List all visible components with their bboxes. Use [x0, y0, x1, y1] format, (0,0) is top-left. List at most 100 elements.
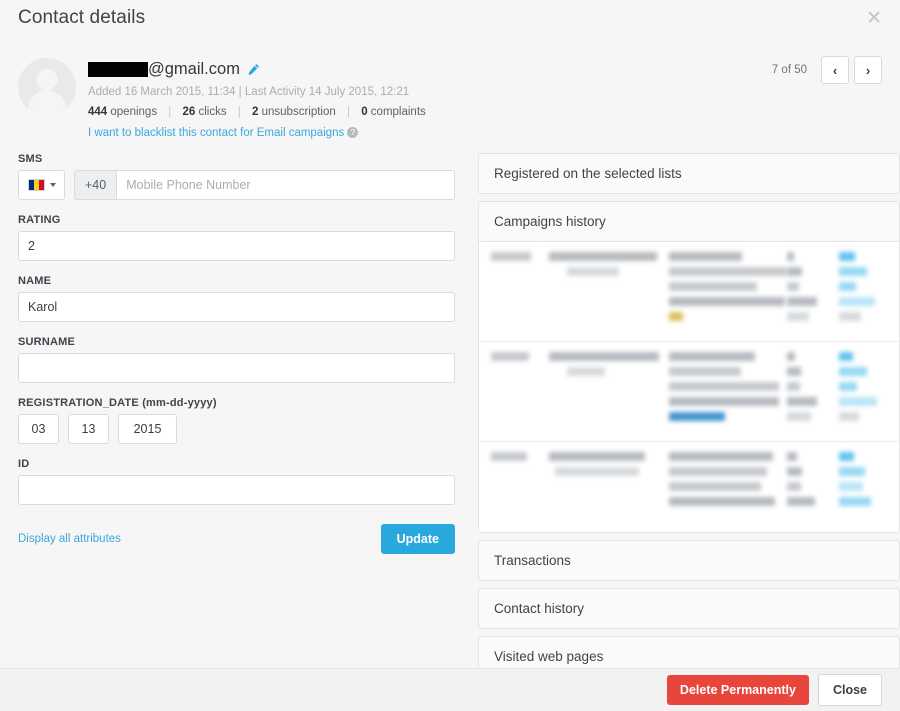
- redacted-text: [669, 497, 775, 506]
- content-columns: SMS +40 RATING NAME SURNAME: [0, 139, 900, 668]
- blacklist-contact-link[interactable]: I want to blacklist this contact for Ema…: [88, 127, 344, 139]
- campaign-cell-details: [669, 252, 787, 329]
- redacted-text: [669, 382, 779, 391]
- campaign-cell-details: [669, 352, 787, 429]
- email-domain: @gmail.com: [148, 60, 240, 79]
- redacted-text: [787, 352, 795, 361]
- contact-summary-text: @gmail.com Added 16 March 2015, 11:34 | …: [88, 56, 426, 139]
- redacted-badge: [669, 312, 683, 321]
- accordion-header-contact-history[interactable]: Contact history: [479, 589, 899, 628]
- delete-permanently-button[interactable]: Delete Permanently: [667, 675, 809, 705]
- redacted-value: [839, 297, 875, 306]
- redacted-text: [787, 312, 809, 321]
- activity-accordion: Registered on the selected lists Campaig…: [478, 153, 900, 668]
- page-title: Contact details: [18, 7, 145, 29]
- campaign-row[interactable]: [479, 342, 899, 442]
- campaign-cell-rate: [839, 252, 887, 329]
- redacted-text: [787, 367, 801, 376]
- stats-separator: |: [339, 106, 358, 118]
- redacted-text: [567, 367, 605, 376]
- registration-day-input[interactable]: [68, 414, 109, 444]
- redacted-value: [839, 467, 865, 476]
- redacted-text: [549, 252, 657, 261]
- phone-prefix: +40: [74, 170, 116, 200]
- redacted-text: [491, 452, 527, 461]
- accordion-section-contact-history: Contact history: [478, 588, 900, 629]
- redacted-text: [555, 467, 639, 476]
- redacted-value: [839, 497, 871, 506]
- redacted-value: [839, 367, 867, 376]
- redacted-text: [787, 252, 794, 261]
- contact-details-modal: Contact details ✕ @gmail.com Added 16 Ma: [0, 0, 900, 711]
- help-icon[interactable]: ?: [347, 127, 358, 138]
- campaigns-history-panel[interactable]: [479, 241, 899, 532]
- display-all-attributes-link[interactable]: Display all attributes: [18, 533, 121, 545]
- close-icon[interactable]: ✕: [862, 7, 886, 30]
- accordion-header-registered-lists[interactable]: Registered on the selected lists: [479, 154, 899, 193]
- name-label: NAME: [18, 275, 455, 287]
- campaign-cell-rate: [839, 352, 887, 429]
- registration-month-input[interactable]: [18, 414, 59, 444]
- campaign-cell-name: [549, 452, 669, 529]
- redacted-value: [839, 267, 867, 276]
- campaign-cell-details: [669, 452, 787, 529]
- registration-date-row: [18, 414, 455, 444]
- accordion-header-campaigns-history[interactable]: Campaigns history: [479, 202, 899, 241]
- update-button[interactable]: Update: [381, 524, 455, 554]
- redacted-text: [491, 352, 529, 361]
- accordion-section-transactions: Transactions: [478, 540, 900, 581]
- surname-input[interactable]: [18, 353, 455, 383]
- redacted-text: [567, 267, 619, 276]
- accordion-header-transactions[interactable]: Transactions: [479, 541, 899, 580]
- campaign-cell-count: [787, 352, 839, 429]
- stat-openings-value: 444: [88, 106, 107, 118]
- redacted-text: [787, 497, 815, 506]
- campaign-cell-rate: [839, 452, 887, 529]
- redacted-text: [669, 482, 761, 491]
- mobile-phone-input[interactable]: [116, 170, 455, 200]
- redacted-text: [787, 282, 799, 291]
- stat-unsubscription-label: unsubscription: [262, 106, 336, 118]
- rating-input[interactable]: [18, 231, 455, 261]
- campaign-row[interactable]: [479, 242, 899, 342]
- contact-summary: @gmail.com Added 16 March 2015, 11:34 | …: [0, 36, 900, 139]
- pencil-icon[interactable]: [247, 63, 260, 76]
- campaign-cell-name: [549, 252, 669, 329]
- close-button[interactable]: Close: [818, 674, 882, 706]
- sms-label: SMS: [18, 153, 455, 165]
- redacted-text: [669, 297, 785, 306]
- redacted-text: [549, 452, 645, 461]
- redacted-text: [787, 452, 797, 461]
- pager-label: 7 of 50: [772, 64, 807, 76]
- stats-separator: |: [230, 106, 249, 118]
- accordion-header-visited-web-pages[interactable]: Visited web pages: [479, 637, 899, 668]
- contact-meta: Added 16 March 2015, 11:34 | Last Activi…: [88, 86, 426, 98]
- redacted-text: [669, 397, 779, 406]
- stat-clicks-value: 26: [182, 106, 195, 118]
- country-select[interactable]: [18, 170, 65, 200]
- registration-year-input[interactable]: [118, 414, 177, 444]
- redacted-text: [669, 467, 767, 476]
- redacted-text: [787, 267, 802, 276]
- redacted-value: [839, 397, 877, 406]
- redacted-value: [839, 352, 853, 361]
- accordion-section-campaigns-history: Campaigns history: [478, 201, 900, 533]
- stat-complaints-label: complaints: [371, 106, 426, 118]
- name-input[interactable]: [18, 292, 455, 322]
- campaign-row[interactable]: [479, 442, 899, 532]
- sms-field-row: +40: [18, 170, 455, 200]
- campaign-cell-date: [491, 452, 549, 529]
- id-input[interactable]: [18, 475, 455, 505]
- campaign-cell-count: [787, 252, 839, 329]
- contact-stats: 444 openings | 26 clicks | 2 unsubscript…: [88, 106, 426, 118]
- avatar: [18, 58, 76, 116]
- redacted-text: [669, 282, 757, 291]
- redacted-text: [549, 352, 659, 361]
- prev-record-button[interactable]: ‹: [821, 56, 849, 84]
- modal-header: Contact details ✕: [0, 0, 900, 36]
- stat-openings-label: openings: [110, 106, 157, 118]
- record-pager: 7 of 50 ‹ ›: [772, 56, 882, 84]
- campaign-cell-date: [491, 352, 549, 429]
- next-record-button[interactable]: ›: [854, 56, 882, 84]
- registration-date-label: REGISTRATION_DATE (mm-dd-yyyy): [18, 397, 455, 409]
